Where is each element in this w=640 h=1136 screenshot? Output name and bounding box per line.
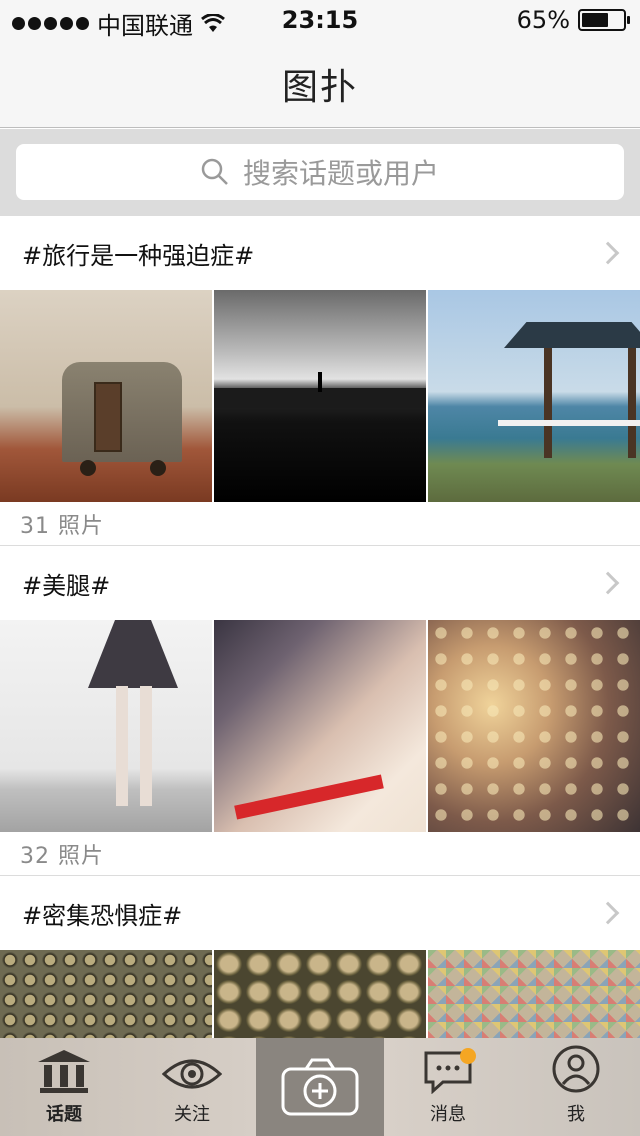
- person-icon: [552, 1045, 600, 1093]
- topic-title: #美腿#: [22, 571, 111, 600]
- tab-label: 话题: [46, 1104, 82, 1125]
- tab-follow[interactable]: 关注: [128, 1038, 256, 1136]
- tab-label: 我: [567, 1104, 585, 1125]
- tab-messages[interactable]: 消息: [384, 1038, 512, 1136]
- search-placeholder: 搜索话题或用户: [242, 157, 439, 190]
- topic-title: #密集恐惧症#: [22, 901, 183, 930]
- tab-bar: 话题 关注 消息 我: [0, 1038, 640, 1136]
- search-icon: [201, 158, 228, 185]
- notification-badge: [460, 1048, 476, 1064]
- battery-percent: 65%: [516, 6, 570, 34]
- topic-header[interactable]: #旅行是一种强迫症#: [0, 216, 640, 290]
- camera-plus-icon: [281, 1058, 359, 1116]
- photo-thumbnail[interactable]: [428, 290, 640, 502]
- photo-row: [0, 290, 640, 502]
- photo-thumbnail[interactable]: [214, 290, 426, 502]
- topic-header[interactable]: #密集恐惧症#: [0, 876, 640, 950]
- photo-count: 31 照片: [0, 502, 640, 546]
- camera-button[interactable]: [256, 1038, 384, 1136]
- photo-thumbnail[interactable]: [0, 290, 212, 502]
- status-bar: 中国联通 23:15 65%: [0, 0, 640, 40]
- topic-card: #美腿# 32 照片: [0, 546, 640, 876]
- topic-card: #旅行是一种强迫症# 31 照片: [0, 216, 640, 546]
- chevron-right-icon: [596, 241, 620, 265]
- chevron-right-icon: [596, 901, 620, 925]
- tab-me[interactable]: 我: [512, 1038, 640, 1136]
- navigation-bar: 图扑: [0, 40, 640, 128]
- page-title: 图扑: [281, 66, 358, 108]
- tab-label: 关注: [174, 1104, 210, 1125]
- topic-title: #旅行是一种强迫症#: [22, 241, 255, 270]
- photo-thumbnail[interactable]: [0, 620, 212, 832]
- search-bar: 搜索话题或用户: [0, 129, 640, 216]
- topic-header[interactable]: #美腿#: [0, 546, 640, 620]
- topic-feed: #旅行是一种强迫症# 31 照片 #美腿# 32 照片 #密集恐惧症#: [0, 216, 640, 1136]
- tab-label: 消息: [430, 1104, 466, 1125]
- search-input[interactable]: 搜索话题或用户: [16, 144, 624, 200]
- photo-thumbnail[interactable]: [428, 620, 640, 832]
- tab-topics[interactable]: 话题: [0, 1038, 128, 1136]
- chevron-right-icon: [596, 571, 620, 595]
- photo-count: 32 照片: [0, 832, 640, 876]
- photo-row: [0, 620, 640, 832]
- eye-icon: [162, 1059, 222, 1089]
- battery-icon: [578, 9, 630, 31]
- battery-status: 65%: [516, 6, 630, 34]
- photo-thumbnail[interactable]: [214, 620, 426, 832]
- columns-icon: [38, 1050, 90, 1093]
